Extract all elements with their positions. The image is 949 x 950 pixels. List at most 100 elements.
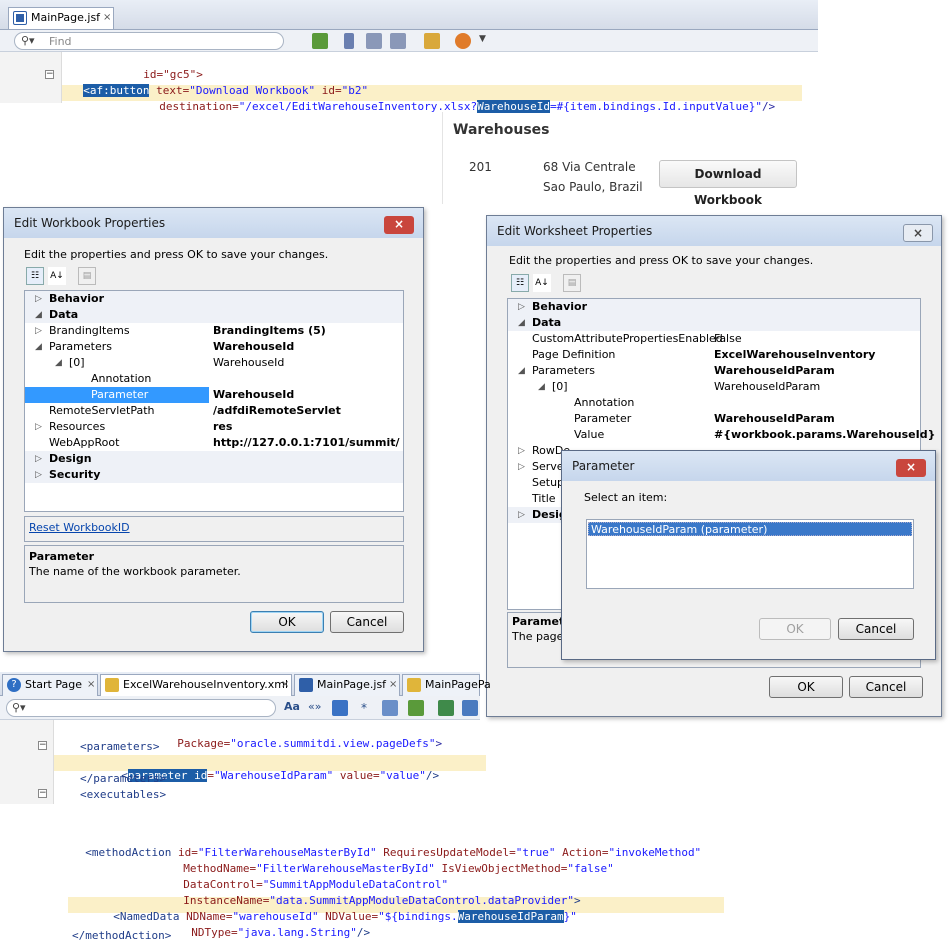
property-row[interactable]: WebAppRoot http://127.0.0.1:7101/summit/ — [25, 435, 403, 451]
expand-icon[interactable]: ▷ — [518, 443, 525, 459]
refactor-icon[interactable] — [462, 700, 478, 716]
bookmark-next-icon[interactable] — [390, 33, 406, 49]
close-icon[interactable]: × — [87, 675, 95, 695]
find-field[interactable]: ⚲▾ Find — [14, 32, 284, 50]
tab-start-page[interactable]: ? Start Page × — [2, 674, 98, 696]
collapse-icon[interactable]: ◢ — [518, 363, 525, 379]
property-row[interactable]: Annotation — [508, 395, 920, 411]
expand-icon[interactable]: ▷ — [35, 419, 42, 435]
collapse-icon[interactable]: ◢ — [35, 307, 42, 323]
description-text: The name of the workbook parameter. — [29, 565, 241, 578]
highlight-icon[interactable] — [332, 700, 348, 716]
toggle-icon[interactable] — [408, 700, 424, 716]
property-value[interactable]: #{workbook.params.WarehouseId} — [714, 427, 935, 443]
sort-alpha-icon[interactable]: A↓ — [48, 267, 66, 285]
bookmark-prev-icon[interactable] — [366, 33, 382, 49]
cancel-button[interactable]: Cancel — [330, 611, 404, 633]
property-value[interactable]: res — [213, 419, 232, 435]
download-workbook-button[interactable]: Download Workbook — [659, 160, 797, 207]
format-icon[interactable] — [382, 700, 398, 716]
property-value[interactable]: WarehouseId — [213, 339, 294, 355]
expand-icon[interactable]: ▷ — [518, 299, 525, 315]
property-row[interactable]: Page Definition ExcelWarehouseInventory — [508, 347, 920, 363]
property-value[interactable]: WarehouseIdParam — [714, 379, 820, 395]
close-icon[interactable]: × — [281, 675, 289, 695]
list-item[interactable]: WarehouseIdParam (parameter) — [588, 522, 912, 536]
property-value[interactable]: ExcelWarehouseInventory — [714, 347, 875, 363]
expand-icon[interactable]: ▷ — [35, 323, 42, 339]
property-row[interactable]: Annotation — [25, 371, 403, 387]
collapse-icon[interactable]: ◢ — [55, 355, 62, 371]
tab-label: MainPage.jsf — [31, 11, 101, 24]
property-value[interactable]: /adfdiRemoteServlet — [213, 403, 341, 419]
tab-mainpagepagedef[interactable]: MainPagePa — [402, 674, 491, 696]
ok-button[interactable]: OK — [250, 611, 324, 633]
property-row[interactable]: Value #{workbook.params.WarehouseId} — [508, 427, 935, 443]
property-category[interactable]: ▷ Design — [25, 451, 403, 467]
property-row[interactable]: Parameter WarehouseIdParam — [508, 411, 920, 427]
browser-icon[interactable] — [455, 33, 471, 49]
property-value[interactable]: WarehouseId — [213, 355, 284, 371]
fold-toggle[interactable]: − — [38, 789, 47, 798]
regex-icon[interactable]: * — [356, 700, 372, 716]
expand-icon[interactable]: ▷ — [35, 467, 42, 483]
property-category[interactable]: ▷ Security — [25, 467, 403, 483]
property-category[interactable]: ◢ Data — [508, 315, 920, 331]
collapse-icon[interactable]: ◢ — [35, 339, 42, 355]
collapse-icon[interactable]: ◢ — [538, 379, 545, 395]
property-pages-icon[interactable]: ▤ — [563, 274, 581, 292]
property-row[interactable]: ◢ [0] WarehouseIdParam — [508, 379, 920, 395]
sort-alpha-icon[interactable]: A↓ — [533, 274, 551, 292]
property-row[interactable]: ▷ BrandingItems BrandingItems (5) — [25, 323, 403, 339]
close-icon[interactable]: × — [389, 675, 397, 695]
bookmark-icon[interactable] — [344, 33, 354, 49]
reset-workbookid-link[interactable]: Reset WorkbookID — [29, 521, 130, 534]
property-category[interactable]: ▷ Behavior — [25, 291, 403, 307]
match-case-icon[interactable]: Aa — [284, 700, 300, 713]
whole-word-icon[interactable]: «» — [308, 700, 321, 713]
chevron-down-icon[interactable]: ▼ — [479, 34, 486, 44]
property-row[interactable]: ▷ Resources res — [25, 419, 403, 435]
tab-mainpage-jsf[interactable]: MainPage.jsf × — [8, 7, 114, 29]
property-value[interactable]: WarehouseIdParam — [714, 411, 835, 427]
toggle-icon[interactable] — [312, 33, 328, 49]
property-value[interactable]: http://127.0.0.1:7101/summit/ — [213, 435, 400, 451]
property-row[interactable]: ◢ Parameters WarehouseIdParam — [508, 363, 920, 379]
property-value[interactable]: False — [714, 331, 742, 347]
close-icon[interactable]: × — [384, 216, 414, 234]
tab-excelwarehouseinventory-xml[interactable]: ExcelWarehouseInventory.xml × — [100, 674, 292, 696]
property-row[interactable]: ◢ [0] WarehouseId — [25, 355, 403, 371]
item-list[interactable]: WarehouseIdParam (parameter) — [586, 519, 914, 589]
template-icon[interactable] — [424, 33, 440, 49]
search-field[interactable]: ⚲▾ — [6, 699, 276, 717]
instructions: Edit the properties and press OK to save… — [24, 248, 329, 261]
expand-icon[interactable]: ▷ — [35, 291, 42, 307]
fold-toggle[interactable]: − — [45, 70, 54, 79]
cancel-button[interactable]: Cancel — [849, 676, 923, 698]
cancel-button[interactable]: Cancel — [838, 618, 914, 640]
close-icon[interactable]: × — [103, 8, 111, 28]
property-value[interactable]: WarehouseId — [213, 387, 294, 403]
ok-button[interactable]: OK — [759, 618, 831, 640]
close-icon[interactable]: × — [903, 224, 933, 242]
property-row[interactable]: RemoteServletPath/adfdiRemoteServlet — [25, 403, 403, 419]
expand-icon[interactable]: ▷ — [35, 451, 42, 467]
expand-icon[interactable]: ▷ — [518, 459, 525, 475]
collapse-icon[interactable]: ◢ — [518, 315, 525, 331]
fold-toggle[interactable]: − — [38, 741, 47, 750]
property-category[interactable]: ◢ Data — [25, 307, 403, 323]
property-pages-icon[interactable]: ▤ — [78, 267, 96, 285]
close-icon[interactable]: × — [896, 459, 926, 477]
expand-icon[interactable]: ▷ — [518, 507, 525, 523]
ok-button[interactable]: OK — [769, 676, 843, 698]
categorized-icon[interactable]: ☷ — [511, 274, 529, 292]
categorized-icon[interactable]: ☷ — [26, 267, 44, 285]
tab-mainpage-jsf[interactable]: MainPage.jsf × — [294, 674, 400, 696]
property-row[interactable]: CustomAttributePropertiesEnabled False — [508, 331, 920, 347]
validate-icon[interactable] — [438, 700, 454, 716]
property-category[interactable]: ▷ Behavior — [508, 299, 920, 315]
property-row[interactable]: ◢ Parameters WarehouseId — [25, 339, 403, 355]
property-value[interactable]: WarehouseIdParam — [714, 363, 835, 379]
property-value[interactable]: BrandingItems (5) — [213, 323, 326, 339]
property-row[interactable]: Parameter WarehouseId — [25, 387, 403, 403]
